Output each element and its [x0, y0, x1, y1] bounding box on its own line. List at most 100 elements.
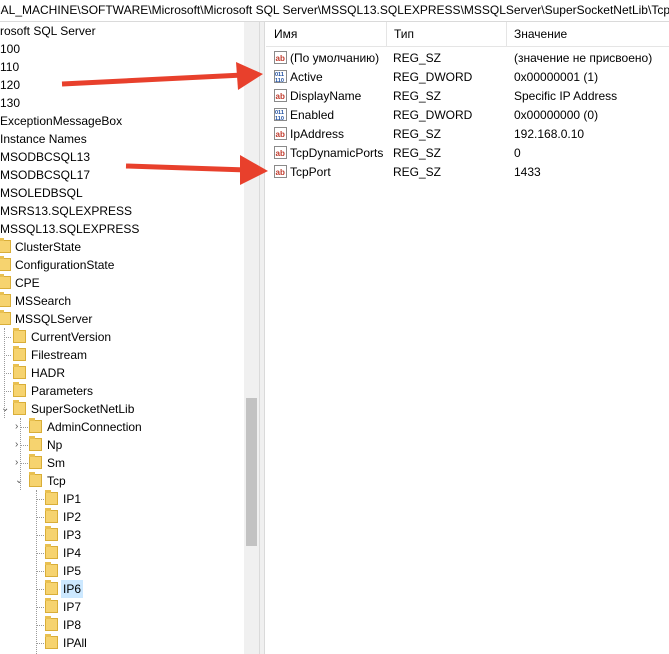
value-type: REG_SZ: [393, 146, 442, 160]
tree-scrollbar-thumb[interactable]: [246, 398, 257, 546]
folder-icon: [13, 346, 26, 361]
registry-value-row[interactable]: ab (По умолчанию) REG_SZ (значение не присв…: [266, 49, 669, 68]
value-name: TcpPort: [290, 165, 331, 179]
value-data: 0: [514, 146, 521, 160]
tree-node[interactable]: ExceptionMessageBox: [0, 112, 244, 130]
folder-icon: [45, 616, 58, 631]
tree-node[interactable]: ClusterState: [0, 238, 244, 256]
tree-node-label: Sm: [47, 456, 65, 470]
string-value-icon: ab: [274, 165, 287, 178]
tree-connector: [4, 337, 11, 338]
folder-icon: [13, 382, 26, 397]
tree-node[interactable]: ConfigurationState: [0, 256, 244, 274]
expand-chevron-icon[interactable]: ›: [15, 454, 18, 472]
folder-icon: [45, 526, 58, 541]
tree-connector: [4, 391, 11, 392]
tree-node[interactable]: Instance Names: [0, 130, 244, 148]
svg-text:ab: ab: [276, 92, 285, 101]
folder-icon: [29, 454, 42, 469]
value-name: IpAddress: [290, 127, 345, 141]
folder-icon: [0, 274, 11, 289]
registry-value-row[interactable]: ab TcpDynamicPorts REG_SZ 0: [266, 144, 669, 163]
value-data: (значение не присвоено): [514, 51, 653, 65]
tree-node-label: ClusterState: [15, 240, 82, 254]
registry-value-row[interactable]: ab TcpPort REG_SZ 1433: [266, 163, 669, 182]
pane-splitter[interactable]: [259, 22, 265, 654]
registry-tree: rosoft SQL Server 100 110 120 130 ExceptionMe…: [0, 22, 259, 654]
tree-node[interactable]: MSSQL13.SQLEXPRESS: [0, 220, 244, 238]
folder-icon: [13, 328, 26, 343]
value-type: REG_SZ: [393, 51, 442, 65]
tree-connector: [20, 445, 28, 446]
folder-icon: [45, 544, 58, 559]
folder-icon: [13, 400, 26, 415]
folder-icon: [45, 634, 58, 649]
value-name: (По умолчанию): [290, 51, 380, 65]
tree-node-label: IP5: [63, 564, 82, 578]
value-data: 0x00000000 (0): [514, 108, 599, 122]
tree-node-label: IP4: [63, 546, 82, 560]
tree-connector: [36, 499, 44, 500]
values-list: Имя Тип Значение ab (По умолчанию) REG_SZ (…: [266, 22, 669, 654]
tree-node[interactable]: HADR: [0, 364, 244, 382]
folder-icon: [45, 598, 58, 613]
column-divider[interactable]: [386, 22, 387, 46]
tree-node-label: MSODBCSQL13: [0, 150, 91, 164]
registry-value-row[interactable]: 011 110 Enabled REG_DWORD 0x00000000 (0): [266, 106, 669, 125]
column-header-name[interactable]: Имя: [274, 27, 297, 41]
tree-node[interactable]: › Sm: [0, 454, 244, 472]
address-bar[interactable]: CAL_MACHINE\SOFTWARE\Microsoft\Microsoft…: [0, 0, 669, 22]
tree-node[interactable]: Parameters: [0, 382, 244, 400]
tree-vertical-scrollbar[interactable]: [244, 22, 259, 654]
tree-node-label: MSSQLServer: [15, 312, 93, 326]
tree-node-label: 130: [0, 96, 21, 110]
value-data: 0x00000001 (1): [514, 70, 599, 84]
column-header-value[interactable]: Значение: [514, 27, 567, 41]
tree-node-label: 120: [0, 78, 21, 92]
binary-value-icon: 011110: [274, 108, 287, 121]
tree-node-label: rosoft SQL Server: [0, 24, 96, 38]
binary-value-icon: 011110: [274, 70, 287, 83]
folder-icon: [29, 472, 42, 487]
tree-connector: [36, 535, 44, 536]
folder-icon: [0, 292, 11, 307]
string-value-icon: ab: [274, 127, 287, 140]
column-divider[interactable]: [506, 22, 507, 46]
registry-value-row[interactable]: 011 110 Active REG_DWORD 0x00000001 (1): [266, 68, 669, 87]
svg-text:ab: ab: [276, 54, 285, 63]
tree-node[interactable]: Filestream: [0, 346, 244, 364]
tree-node-label: MSSQL13.SQLEXPRESS: [0, 222, 140, 236]
collapse-chevron-icon[interactable]: ⌄: [1, 400, 9, 418]
tree-connector: [20, 418, 21, 490]
registry-value-row[interactable]: ab DisplayName REG_SZ Specific IP Address: [266, 87, 669, 106]
tree-node[interactable]: MSSearch: [0, 292, 244, 310]
expand-chevron-icon[interactable]: ›: [15, 436, 18, 454]
tree-node[interactable]: 100: [0, 40, 244, 58]
tree-connector: [36, 589, 44, 590]
tree-node[interactable]: ⌄ SuperSocketNetLib: [0, 400, 244, 418]
tree-node-label: MSOLEDBSQL: [0, 186, 83, 200]
tree-node[interactable]: ⌄ Tcp: [0, 472, 244, 490]
folder-icon: [0, 310, 11, 325]
tree-node[interactable]: rosoft SQL Server: [0, 22, 244, 40]
tree-node-label: 100: [0, 42, 21, 56]
column-header-type[interactable]: Тип: [394, 27, 414, 41]
tree-node[interactable]: › AdminConnection: [0, 418, 244, 436]
value-name: DisplayName: [290, 89, 362, 103]
expand-chevron-icon[interactable]: ›: [15, 418, 18, 436]
tree-node[interactable]: CPE: [0, 274, 244, 292]
tree-node[interactable]: MSRS13.SQLEXPRESS: [0, 202, 244, 220]
registry-value-row[interactable]: ab IpAddress REG_SZ 192.168.0.10: [266, 125, 669, 144]
folder-icon: [0, 256, 11, 271]
tree-node[interactable]: › Np: [0, 436, 244, 454]
tree-node-label: AdminConnection: [47, 420, 142, 434]
svg-text:ab: ab: [276, 130, 285, 139]
value-type: REG_SZ: [393, 165, 442, 179]
value-type: REG_DWORD: [393, 70, 473, 84]
tree-node-label: MSRS13.SQLEXPRESS: [0, 204, 133, 218]
tree-node[interactable]: CurrentVersion: [0, 328, 244, 346]
tree-connector: [20, 427, 28, 428]
value-name: Enabled: [290, 108, 335, 122]
tree-node-label: IP7: [63, 600, 82, 614]
tree-node[interactable]: MSSQLServer: [0, 310, 244, 328]
